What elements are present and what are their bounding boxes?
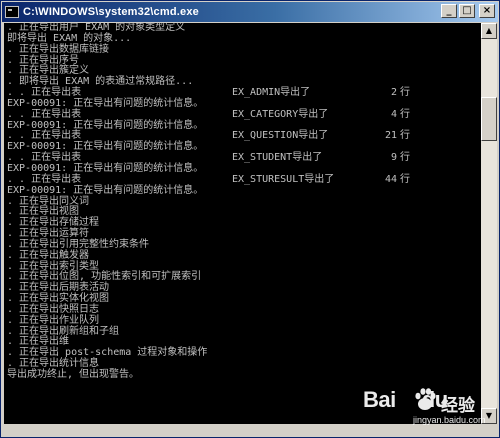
cmd-window: C:\WINDOWS\system32\cmd.exe _ □ × . 正在导出… bbox=[0, 0, 500, 438]
console-line-text: . 正在导出后期表活动 bbox=[7, 282, 110, 294]
export-row-unit: 行 bbox=[400, 87, 410, 99]
export-table-name: EX_ADMIN导出了 bbox=[232, 87, 311, 99]
console-line-text: 即将导出 EXAM 的对象... bbox=[7, 32, 132, 44]
console-line-text: . 正在导出触发器 bbox=[7, 249, 90, 261]
console-line-text: EXP-00091: 正在导出有问题的统计信息。 bbox=[7, 184, 204, 196]
export-row-unit: 行 bbox=[400, 108, 410, 120]
scroll-thumb[interactable] bbox=[481, 97, 497, 141]
export-row-count: 44 bbox=[384, 173, 397, 185]
export-row-count: 2 bbox=[390, 87, 397, 99]
close-button[interactable]: × bbox=[479, 4, 495, 18]
export-row-count: 9 bbox=[390, 152, 397, 164]
export-table-name: EX_QUESTION导出了 bbox=[232, 130, 329, 142]
cmd-icon[interactable] bbox=[5, 6, 19, 18]
watermark-brand: 经验 bbox=[441, 396, 475, 416]
export-table-name: EX_STUDENT导出了 bbox=[232, 152, 323, 164]
export-row-unit: 行 bbox=[400, 130, 410, 142]
console-line-text: EXP-00091: 正在导出有问题的统计信息。 bbox=[7, 141, 204, 153]
window-bottom-border bbox=[4, 424, 497, 436]
export-row-unit: 行 bbox=[400, 152, 410, 164]
watermark-logo-bai: Bai bbox=[363, 387, 396, 412]
console-line-text: . 正在导出快照日志 bbox=[7, 303, 100, 315]
console-line-text: . 正在导出簇定义 bbox=[7, 65, 90, 77]
console-line-text: . 正在导出维 bbox=[7, 336, 70, 348]
console-line-text: . 正在导出统计信息 bbox=[7, 358, 100, 370]
console-line-text: . 正在导出同义词 bbox=[7, 195, 90, 207]
console-line-text: . 正在导出序号 bbox=[7, 54, 80, 66]
console-line-text: EXP-00091: 正在导出有问题的统计信息。 bbox=[7, 97, 204, 109]
minimize-button[interactable]: _ bbox=[441, 4, 457, 18]
maximize-button[interactable]: □ bbox=[459, 4, 475, 18]
console-line-text: . 正在导出运算符 bbox=[7, 228, 90, 240]
console-line-text: . . 正在导出表 bbox=[7, 173, 82, 185]
console-line-text: . 正在导出索引类型 bbox=[7, 260, 100, 272]
console-line: . 正在导出刷新组和子组 bbox=[7, 325, 481, 338]
paw-icon bbox=[415, 388, 436, 410]
console-line-text: . . 正在导出表 bbox=[7, 130, 82, 142]
window-controls: _ □ × bbox=[441, 4, 495, 18]
console-line-text: . . 正在导出表 bbox=[7, 87, 82, 99]
console-line-text: . 正在导出作业队列 bbox=[7, 314, 100, 326]
console-line-text: . 正在导出引用完整性约束条件 bbox=[7, 238, 150, 250]
console-line-text: EXP-00091: 正在导出有问题的统计信息。 bbox=[7, 162, 204, 174]
export-row-count: 4 bbox=[390, 108, 397, 120]
console-line-text: . 正在导出存储过程 bbox=[7, 217, 100, 229]
console-line-text: . 正在导出 post-schema 过程对象和操作 bbox=[7, 347, 208, 359]
console-line-text: . . 正在导出表 bbox=[7, 108, 82, 120]
console-line-text: 导出成功终止, 但出现警告。 bbox=[7, 369, 140, 380]
vertical-scrollbar[interactable]: ▲ ▼ bbox=[481, 23, 497, 424]
console-line-text: . 正在导出视图 bbox=[7, 206, 80, 218]
console-line-text: . 即将导出 EXAM 的表通过常规路径... bbox=[7, 76, 194, 88]
export-row-count: 21 bbox=[384, 130, 397, 142]
console-line-text: EXP-00091: 正在导出有问题的统计信息。 bbox=[7, 119, 204, 131]
console-line-text: . 正在导出位图, 功能性索引和可扩展索引 bbox=[7, 271, 202, 283]
title-bar[interactable]: C:\WINDOWS\system32\cmd.exe _ □ × bbox=[2, 2, 498, 22]
export-table-name: EX_CATEGORY导出了 bbox=[232, 108, 329, 120]
window-title: C:\WINDOWS\system32\cmd.exe bbox=[23, 6, 199, 18]
console-line-text: . 正在导出数据库链接 bbox=[7, 43, 110, 55]
export-table-name: EX_STURESULT导出了 bbox=[232, 173, 335, 185]
console-line-text: . 正在导出用户 EXAM 的对象类型定义 bbox=[7, 23, 186, 33]
baidu-jingyan-watermark: Bai du 经验 jingyan.baidu.com bbox=[361, 379, 491, 425]
console-line-text: . 正在导出实体化视图 bbox=[7, 293, 110, 305]
console-line-text: . . 正在导出表 bbox=[7, 152, 82, 164]
export-row-unit: 行 bbox=[400, 173, 410, 185]
watermark-url: jingyan.baidu.com bbox=[413, 415, 486, 425]
scroll-up-button[interactable]: ▲ bbox=[481, 23, 497, 39]
console-line-text: . 正在导出刷新组和子组 bbox=[7, 325, 120, 337]
console-output[interactable]: . 正在导出用户 EXAM 的对象类型定义 即将导出 EXAM 的对象.... 正… bbox=[4, 23, 481, 424]
